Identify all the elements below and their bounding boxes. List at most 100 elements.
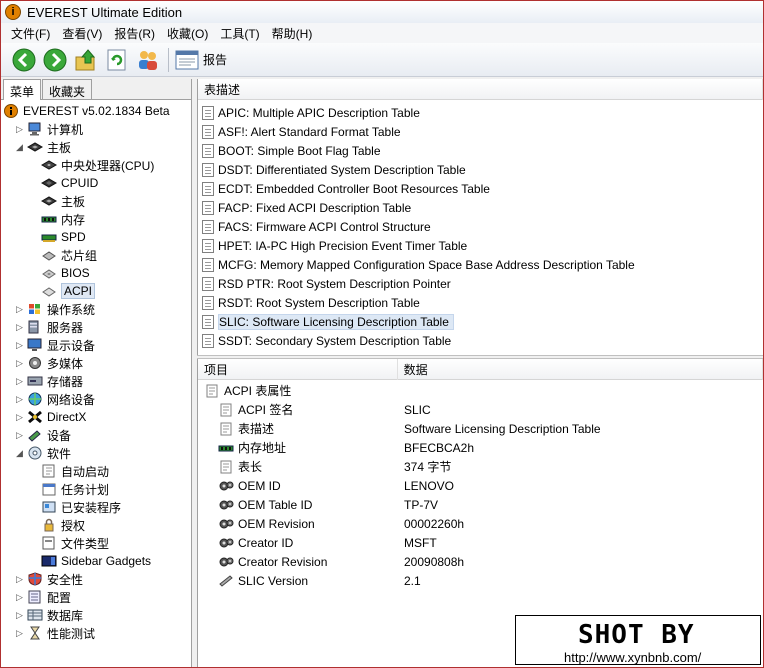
expand-arrow-icon[interactable]: ▷ (15, 358, 24, 368)
tree-item[interactable]: ◢ 软件 (15, 444, 71, 462)
table-row[interactable]: 表描述 Software Licensing Description Table (198, 419, 763, 438)
list-item-label: SSDT: Secondary System Description Table (218, 333, 452, 348)
tree-item[interactable]: 中央处理器(CPU) (41, 156, 154, 174)
tree-item[interactable]: ▷ 数据库 (15, 606, 83, 624)
document-icon (202, 257, 214, 272)
tree-item[interactable]: BIOS (41, 264, 90, 282)
list-item[interactable]: FACS: Firmware ACPI Control Structure (202, 217, 431, 236)
tab-menu[interactable]: 菜单 (3, 79, 42, 100)
tree-item[interactable]: ACPI (41, 282, 96, 300)
tree-item[interactable]: 内存 (41, 210, 85, 228)
tree-item[interactable]: ▷ 操作系统 (15, 300, 95, 318)
tree-item-label: 主板 (61, 194, 86, 209)
list-item[interactable]: RSDT: Root System Description Table (202, 293, 420, 312)
tree-item[interactable]: 主板 (41, 192, 85, 210)
list-item[interactable]: FACP: Fixed ACPI Description Table (202, 198, 411, 217)
expand-arrow-icon[interactable]: ▷ (15, 304, 24, 314)
tree-item[interactable]: ▷ 设备 (15, 426, 71, 444)
tree-item[interactable]: 芯片组 (41, 246, 97, 264)
list-item[interactable]: RSD PTR: Root System Description Pointer (202, 274, 451, 293)
expand-arrow-icon[interactable]: ▷ (15, 322, 24, 332)
list-item[interactable]: APIC: Multiple APIC Description Table (202, 103, 420, 122)
info-icon (3, 104, 19, 118)
forward-button[interactable] (42, 47, 68, 73)
list-item-label: FACP: Fixed ACPI Description Table (218, 200, 412, 215)
expand-arrow-icon[interactable]: ▷ (15, 610, 24, 620)
list-item[interactable]: SLIC: Software Licensing Description Tab… (202, 312, 454, 331)
menu-view[interactable]: 查看(V) (56, 25, 108, 42)
menu-help[interactable]: 帮助(H) (266, 25, 319, 42)
property-name-label: 表长 (238, 460, 263, 474)
tree-item[interactable]: ▷ 配置 (15, 588, 71, 606)
tree-item[interactable]: ▷ 计算机 (15, 120, 83, 138)
tree-item[interactable]: EVEREST v5.02.1834 Beta (3, 102, 170, 120)
table-row[interactable]: Creator Revision 20090808h (198, 552, 763, 571)
list-item[interactable]: HPET: IA-PC High Precision Event Timer T… (202, 236, 467, 255)
expand-arrow-icon[interactable]: ▷ (15, 412, 24, 422)
tree-item-label: Sidebar Gadgets (61, 554, 152, 568)
list-item[interactable]: ASF!: Alert Standard Format Table (202, 122, 401, 141)
menu-favorites[interactable]: 收藏(O) (161, 25, 214, 42)
tree-item[interactable]: 自动启动 (41, 462, 109, 480)
expand-arrow-icon[interactable]: ▷ (15, 340, 24, 350)
tree-item[interactable]: ▷ 网络设备 (15, 390, 95, 408)
table-row[interactable]: SLIC Version 2.1 (198, 571, 763, 590)
tree-item[interactable]: CPUID (41, 174, 98, 192)
tree-item-label: 中央处理器(CPU) (61, 158, 155, 173)
menu-report[interactable]: 报告(R) (108, 25, 161, 42)
table-row[interactable]: ACPI 签名 SLIC (198, 400, 763, 419)
table-row[interactable]: 内存地址 BFECBCA2h (198, 438, 763, 457)
expand-arrow-icon[interactable]: ▷ (15, 376, 24, 386)
tree-item[interactable]: 文件类型 (41, 534, 109, 552)
list-item[interactable]: MCFG: Memory Mapped Configuration Space … (202, 255, 635, 274)
expand-arrow-icon[interactable]: ▷ (15, 592, 24, 602)
list-item[interactable]: BOOT: Simple Boot Flag Table (202, 141, 381, 160)
expand-arrow-icon[interactable]: ▷ (15, 430, 24, 440)
column-header-description[interactable]: 表描述 (198, 78, 763, 100)
collapse-arrow-icon[interactable]: ◢ (15, 448, 24, 458)
menu-tools[interactable]: 工具(T) (214, 25, 265, 42)
tree-item[interactable]: ◢ 主板 (15, 138, 71, 156)
expand-arrow-icon[interactable]: ▷ (15, 124, 24, 134)
expand-arrow-icon[interactable]: ▷ (15, 394, 24, 404)
tree-item[interactable]: ▷ 安全性 (15, 570, 83, 588)
refresh-button[interactable] (104, 47, 130, 73)
tree-item[interactable]: ▷ 服务器 (15, 318, 83, 336)
title-bar[interactable]: i EVEREST Ultimate Edition (1, 1, 763, 23)
expand-arrow-icon[interactable]: ▷ (15, 574, 24, 584)
property-name: Creator Revision (218, 555, 327, 569)
menu-file[interactable]: 文件(F) (5, 25, 56, 42)
tree-item[interactable]: ▷ 显示设备 (15, 336, 95, 354)
tree-item[interactable]: ▷ 存储器 (15, 372, 83, 390)
up-button[interactable] (73, 47, 99, 73)
column-header-data[interactable]: 数据 (398, 358, 763, 380)
table-row[interactable]: Creator ID MSFT (198, 533, 763, 552)
table-row[interactable]: 表长 374 字节 (198, 457, 763, 476)
tab-favorites[interactable]: 收藏夹 (42, 79, 93, 99)
tree-item[interactable]: SPD (41, 228, 86, 246)
table-row[interactable]: OEM Revision 00002260h (198, 514, 763, 533)
table-row[interactable]: OEM ID LENOVO (198, 476, 763, 495)
collapse-arrow-icon[interactable]: ◢ (15, 142, 24, 152)
tree-item[interactable]: ▷ 多媒体 (15, 354, 83, 372)
expand-arrow-icon[interactable]: ▷ (15, 628, 24, 638)
back-button[interactable] (11, 47, 37, 73)
tree-item-label: 设备 (47, 428, 72, 443)
tree-item[interactable]: 已安装程序 (41, 498, 121, 516)
report-button[interactable]: 报告 (175, 47, 233, 73)
property-value: 374 字节 (404, 460, 452, 474)
column-header-item[interactable]: 项目 (198, 358, 398, 380)
users-button[interactable] (135, 47, 161, 73)
list-item[interactable]: ECDT: Embedded Controller Boot Resources… (202, 179, 490, 198)
tree-item[interactable]: 任务计划 (41, 480, 109, 498)
property-group[interactable]: ACPI 表属性 (198, 381, 763, 400)
tree-item[interactable]: ▷ DirectX (15, 408, 86, 426)
table-row[interactable]: OEM Table ID TP-7V (198, 495, 763, 514)
tree-item[interactable]: 授权 (41, 516, 85, 534)
list-item[interactable]: SSDT: Secondary System Description Table (202, 331, 451, 350)
list-item[interactable]: DSDT: Differentiated System Description … (202, 160, 466, 179)
document-icon (202, 219, 214, 234)
windows-icon (27, 302, 43, 316)
tree-item[interactable]: ▷ 性能测试 (15, 624, 95, 642)
tree-item[interactable]: Sidebar Gadgets (41, 552, 151, 570)
